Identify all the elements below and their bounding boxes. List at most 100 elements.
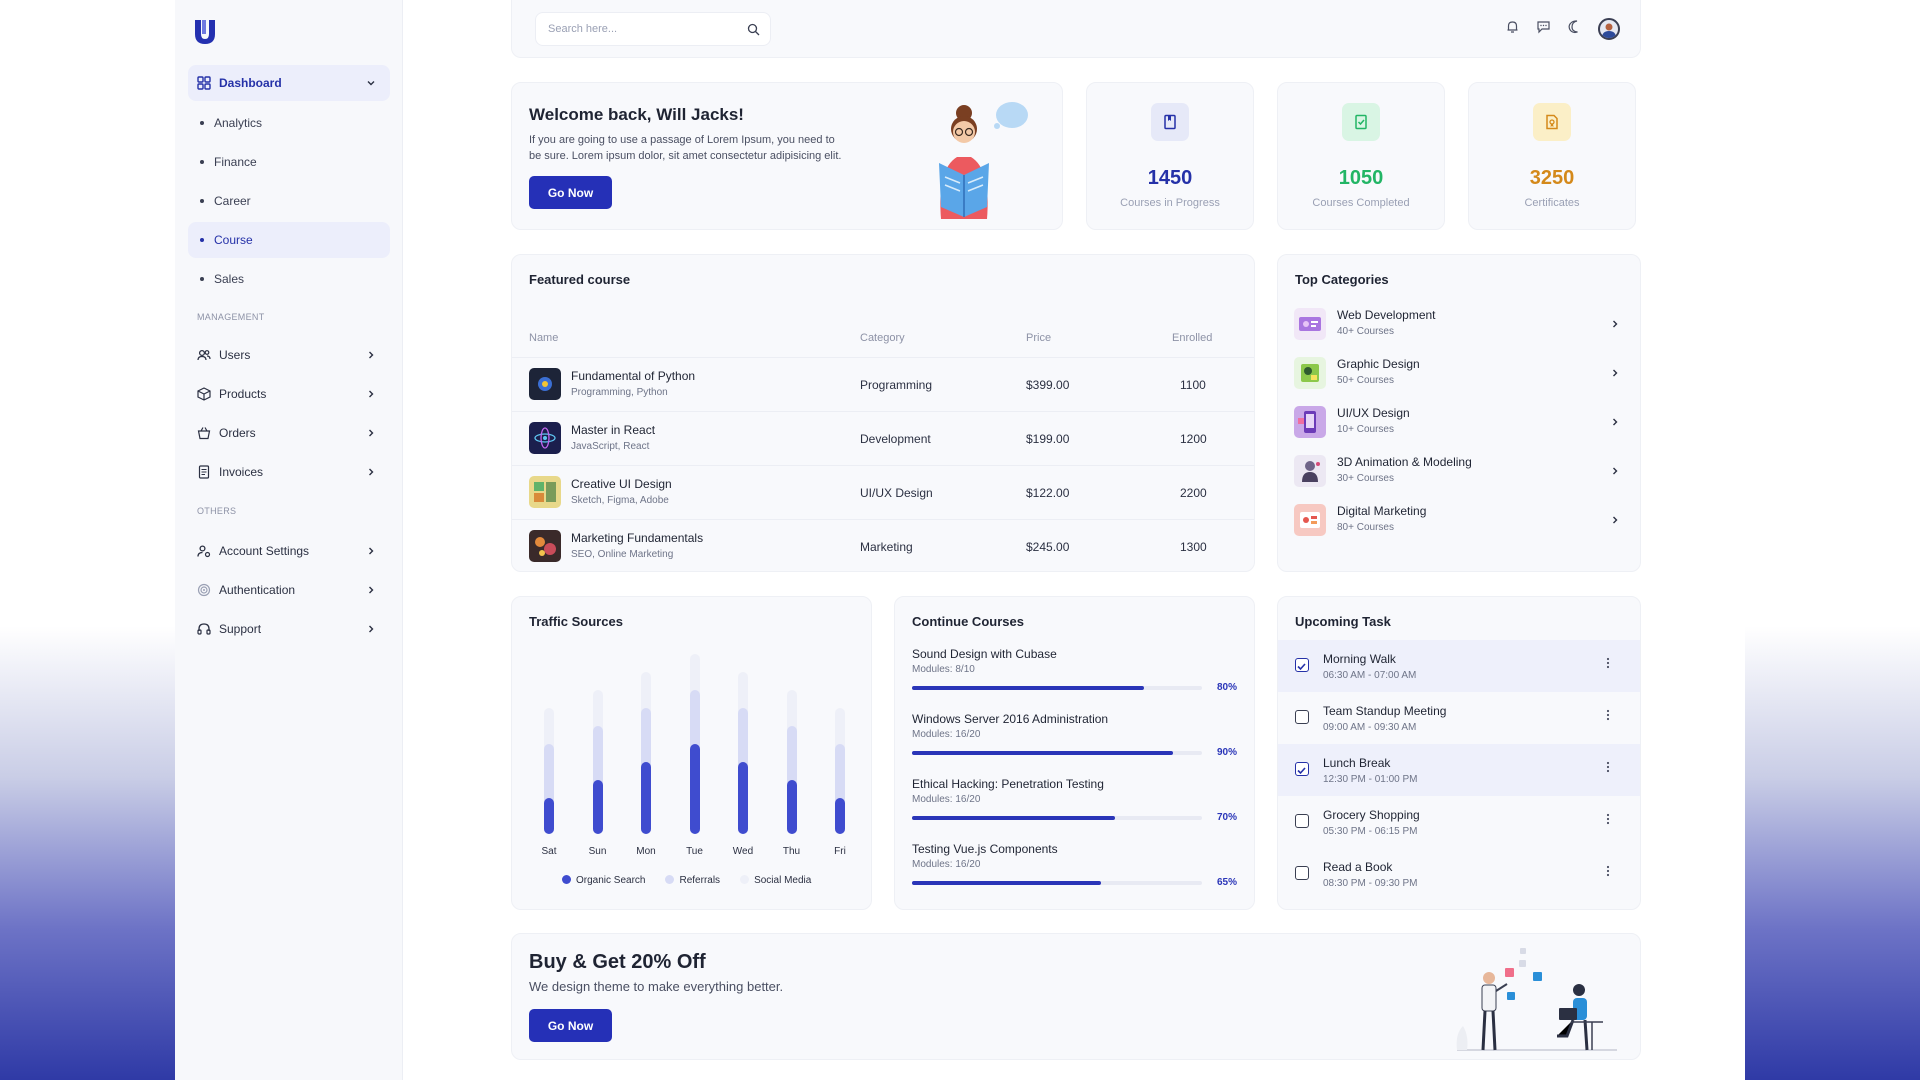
box-icon — [197, 387, 211, 401]
nav-sales[interactable]: Sales — [188, 261, 390, 297]
task-item[interactable]: Morning Walk 06:30 AM - 07:00 AM — [1278, 640, 1640, 692]
stat-label: Courses Completed — [1312, 197, 1410, 209]
chevron-right-icon — [366, 545, 376, 559]
task-name: Lunch Break — [1323, 756, 1391, 770]
nav-course[interactable]: Course — [188, 222, 390, 258]
nav-support[interactable]: Support — [188, 611, 390, 647]
task-time: 08:30 PM - 09:30 PM — [1323, 878, 1418, 889]
featured-course-title: Featured course — [529, 272, 631, 287]
course-enrolled: 1100 — [1180, 378, 1206, 392]
legend-dot — [740, 875, 750, 884]
top-bar: Search here... — [511, 0, 1641, 58]
course-progress-item[interactable]: Windows Server 2016 Administration Modul… — [912, 712, 1237, 776]
category-item[interactable]: Graphic Design 50+ Courses — [1278, 351, 1640, 400]
course-progress-item[interactable]: Sound Design with Cubase Modules: 8/10 8… — [912, 647, 1237, 711]
nav-dashboard[interactable]: Dashboard — [188, 65, 390, 101]
stat-card-certificates: 3250 Certificates — [1468, 82, 1636, 230]
chart-legend: Organic Search Referrals Social Media — [562, 875, 811, 886]
course-tags: Sketch, Figma, Adobe — [571, 495, 669, 506]
task-name: Team Standup Meeting — [1323, 704, 1447, 718]
stat-value: 3250 — [1529, 167, 1575, 189]
top-categories-title: Top Categories — [1295, 272, 1389, 287]
nav-orders-label: Orders — [219, 426, 256, 440]
course-progress-modules: Modules: 16/20 — [912, 729, 981, 740]
nav-products[interactable]: Products — [188, 376, 390, 412]
headset-icon — [197, 622, 211, 636]
category-count: 10+ Courses — [1337, 424, 1394, 435]
task-checkbox[interactable] — [1295, 658, 1309, 672]
bar-organic-search-sat — [544, 798, 554, 834]
more-vertical-icon[interactable] — [1606, 812, 1610, 831]
nav-authentication[interactable]: Authentication — [188, 572, 390, 608]
course-progress-item[interactable]: Ethical Hacking: Penetration Testing Mod… — [912, 777, 1237, 841]
welcome-go-now-button[interactable]: Go Now — [529, 176, 612, 209]
featured-course-card: Featured course Name Category Price Enro… — [511, 254, 1255, 572]
task-item[interactable]: Team Standup Meeting 09:00 AM - 09:30 AM — [1278, 692, 1640, 744]
course-enrolled: 1200 — [1180, 432, 1207, 446]
more-vertical-icon[interactable] — [1606, 656, 1610, 675]
more-vertical-icon[interactable] — [1606, 864, 1610, 883]
course-category: UI/UX Design — [860, 486, 933, 500]
brand-logo[interactable] — [192, 18, 218, 51]
chevron-right-icon — [366, 388, 376, 402]
task-checkbox[interactable] — [1295, 814, 1309, 828]
graphic-design-thumbnail — [1294, 357, 1326, 389]
task-item[interactable]: Read a Book 08:30 PM - 09:30 PM — [1278, 848, 1640, 900]
task-item[interactable]: Grocery Shopping 05:30 PM - 06:15 PM — [1278, 796, 1640, 848]
certificate-icon — [1533, 103, 1571, 141]
nav-account-settings[interactable]: Account Settings — [188, 533, 390, 569]
course-name: Creative UI Design — [571, 477, 672, 491]
table-row[interactable]: Fundamental of Python Programming, Pytho… — [512, 357, 1254, 411]
course-price: $399.00 — [1026, 378, 1070, 392]
progress-percent: 80% — [1216, 682, 1237, 693]
nav-authentication-label: Authentication — [219, 583, 296, 597]
task-checkbox[interactable] — [1295, 866, 1309, 880]
check-icon — [1297, 767, 1306, 775]
marketing-thumbnail — [529, 530, 561, 562]
nav-finance[interactable]: Finance — [188, 144, 390, 180]
search-icon[interactable] — [747, 23, 760, 39]
legend-dot — [562, 875, 571, 884]
fingerprint-icon — [197, 583, 211, 597]
course-enrolled: 1300 — [1180, 540, 1207, 554]
moon-icon[interactable] — [1567, 19, 1582, 39]
dashboard-icon — [197, 76, 211, 90]
search-input[interactable]: Search here... — [535, 12, 771, 46]
legend-referrals: Referrals — [665, 875, 720, 886]
nav-invoices[interactable]: Invoices — [188, 454, 390, 490]
bar-organic-search-thu — [786, 780, 797, 834]
nav-users[interactable]: Users — [188, 337, 390, 373]
category-item[interactable]: UI/UX Design 10+ Courses — [1278, 400, 1640, 449]
category-item[interactable]: Digital Marketing 80+ Courses — [1278, 498, 1640, 547]
task-checkbox[interactable] — [1295, 710, 1309, 724]
bell-icon[interactable] — [1505, 19, 1520, 39]
task-time: 09:00 AM - 09:30 AM — [1323, 722, 1417, 733]
category-item[interactable]: 3D Animation & Modeling 30+ Courses — [1278, 449, 1640, 498]
stat-label: Courses in Progress — [1120, 197, 1220, 209]
nav-analytics[interactable]: Analytics — [188, 105, 390, 141]
chat-icon[interactable] — [1536, 19, 1551, 39]
nav-career[interactable]: Career — [188, 183, 390, 219]
category-item[interactable]: Web Development 40+ Courses — [1278, 302, 1640, 351]
task-time: 06:30 AM - 07:00 AM — [1323, 670, 1417, 681]
progress-fill — [912, 881, 1101, 885]
avatar[interactable] — [1598, 18, 1620, 40]
more-vertical-icon[interactable] — [1606, 760, 1610, 779]
promo-go-now-button[interactable]: Go Now — [529, 1009, 612, 1042]
x-tick-label: Mon — [636, 846, 656, 857]
table-row[interactable]: Creative UI Design Sketch, Figma, Adobe … — [512, 465, 1254, 519]
table-row[interactable]: Marketing Fundamentals SEO, Online Marke… — [512, 519, 1254, 573]
task-item[interactable]: Lunch Break 12:30 PM - 01:00 PM — [1278, 744, 1640, 796]
x-tick-label: Sat — [541, 846, 557, 857]
nav-users-label: Users — [219, 348, 251, 362]
task-name: Morning Walk — [1323, 652, 1396, 666]
chevron-right-icon — [1610, 316, 1620, 334]
upcoming-task-card: Upcoming Task Morning Walk 06:30 AM - 07… — [1277, 596, 1641, 910]
more-vertical-icon[interactable] — [1606, 708, 1610, 727]
table-row[interactable]: Master in React JavaScript, React Develo… — [512, 411, 1254, 465]
course-progress-item[interactable]: Testing Vue.js Components Modules: 16/20… — [912, 842, 1237, 906]
task-checkbox[interactable] — [1295, 762, 1309, 776]
nav-dashboard-label: Dashboard — [219, 76, 282, 90]
nav-orders[interactable]: Orders — [188, 415, 390, 451]
progress-percent: 90% — [1216, 747, 1237, 758]
